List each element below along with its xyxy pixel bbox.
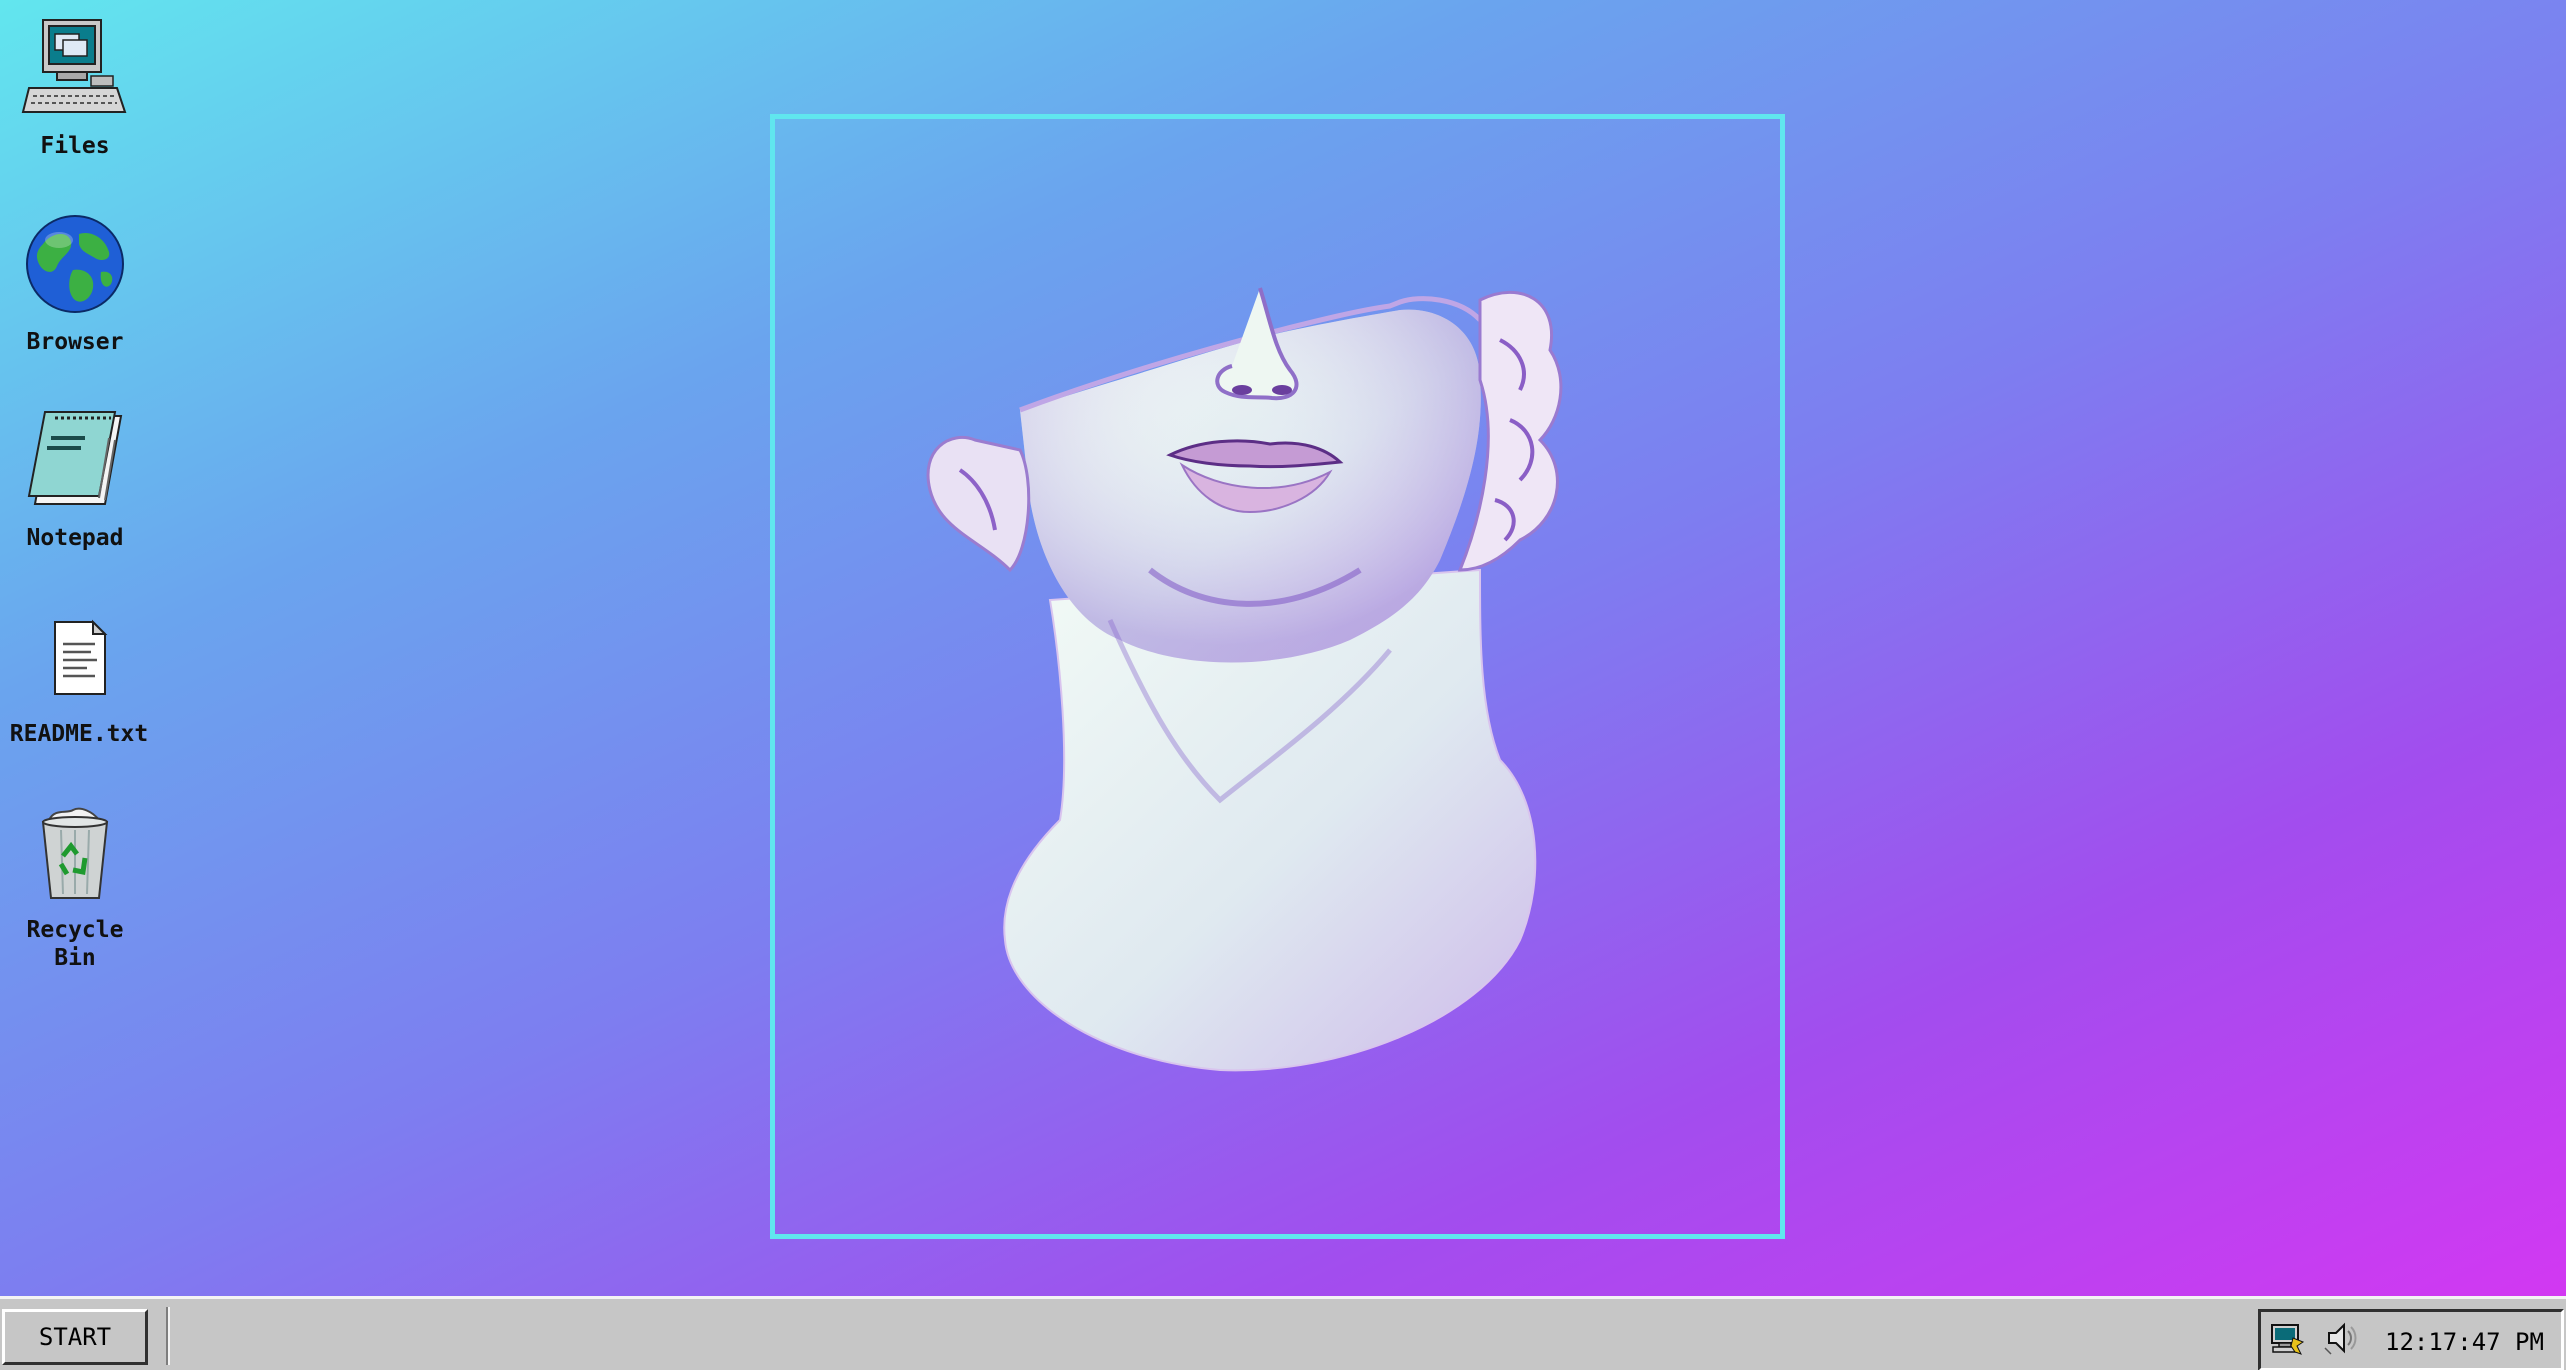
desktop-icon-label: Browser — [26, 329, 124, 355]
statue-head-image — [926, 287, 1563, 1072]
globe-icon — [26, 215, 124, 313]
system-tray: 12:17:47 PM — [2258, 1309, 2564, 1370]
desktop: Files Browser Notepad README.txt Recycle… — [0, 0, 2566, 1296]
desktop-icon-files[interactable]: Files — [0, 16, 150, 160]
desktop-icon-label: Notepad — [26, 525, 124, 551]
desktop-icon-label: Recycle Bin — [26, 917, 124, 971]
desktop-icon-recycle-bin[interactable]: Recycle Bin — [0, 800, 150, 972]
taskbar-clock: 12:17:47 PM — [2385, 1328, 2544, 1356]
desktop-icon-label: Files — [40, 133, 110, 159]
notepad-icon — [27, 411, 123, 505]
recycle-bin-icon — [41, 807, 109, 899]
start-button[interactable]: START — [2, 1309, 148, 1365]
taskbar-divider — [166, 1307, 170, 1365]
network-icon[interactable] — [2269, 1320, 2305, 1356]
desktop-icon-label: README.txt — [9, 721, 149, 747]
desktop-icon-browser[interactable]: Browser — [0, 212, 150, 356]
text-file-icon — [54, 619, 108, 695]
desktop-icon-readme[interactable]: README.txt — [4, 604, 154, 748]
computer-icon — [21, 19, 127, 113]
speaker-icon[interactable] — [2323, 1320, 2359, 1356]
taskbar: START 12:17:47 PM — [0, 1296, 2566, 1370]
desktop-icon-notepad[interactable]: Notepad — [0, 408, 150, 552]
